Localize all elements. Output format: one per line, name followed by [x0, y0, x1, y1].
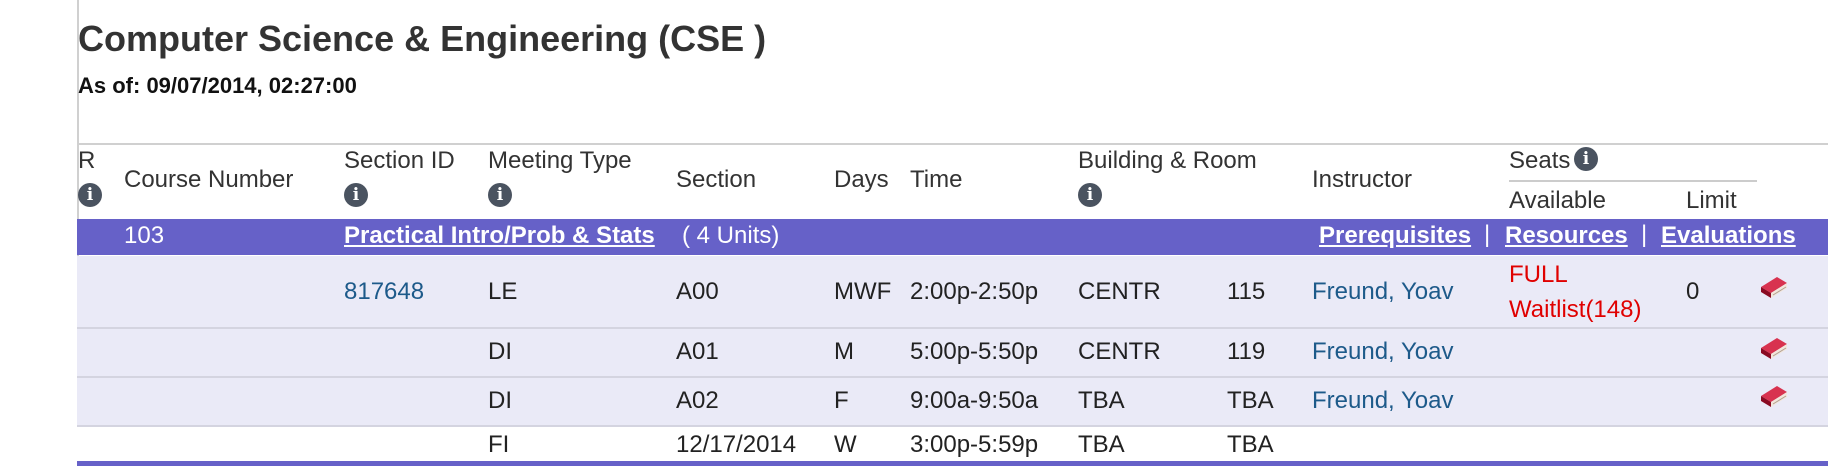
- header-section: Section: [676, 166, 757, 193]
- waitlist-count: Waitlist(148): [1509, 296, 1642, 323]
- book-icon[interactable]: [1757, 332, 1789, 362]
- room-cell: 115: [1227, 278, 1266, 305]
- header-time: Time: [910, 166, 963, 193]
- section-cell: A01: [676, 338, 719, 365]
- page-title: Computer Science & Engineering (CSE ): [78, 18, 767, 59]
- info-icon[interactable]: i: [1078, 183, 1102, 207]
- header-available: Available: [1509, 187, 1606, 214]
- header-section-id: Section ID: [344, 147, 455, 174]
- info-icon[interactable]: i: [488, 183, 512, 207]
- section-id-link[interactable]: 817648: [344, 278, 424, 306]
- book-icon[interactable]: [1757, 271, 1789, 301]
- next-course-bar: [77, 461, 1828, 466]
- header-limit: Limit: [1686, 187, 1737, 214]
- header-meeting-type: Meeting Type: [488, 147, 632, 174]
- days-cell: W: [834, 431, 857, 458]
- days-cell: M: [834, 338, 854, 365]
- resources-link[interactable]: Resources: [1505, 222, 1628, 250]
- instructor-link[interactable]: Freund, Yoav: [1312, 338, 1453, 366]
- header-course-number: Course Number: [124, 166, 294, 193]
- time-cell: 9:00a-9:50a: [910, 387, 1039, 414]
- time-cell: 5:00p-5:50p: [910, 338, 1039, 365]
- header-divider: [77, 143, 1828, 145]
- course-number: 103: [124, 222, 165, 249]
- building-cell: CENTR: [1078, 338, 1161, 365]
- prerequisites-link[interactable]: Prerequisites: [1319, 222, 1471, 250]
- info-icon[interactable]: i: [344, 183, 368, 207]
- info-icon[interactable]: i: [78, 183, 102, 207]
- days-cell: F: [834, 387, 849, 414]
- room-cell: TBA: [1227, 387, 1274, 414]
- days-cell: MWF: [834, 278, 892, 305]
- meeting-type-cell: DI: [488, 338, 512, 365]
- time-cell: 2:00p-2:50p: [910, 278, 1039, 305]
- section-cell: A00: [676, 278, 719, 305]
- header-instructor: Instructor: [1312, 166, 1413, 193]
- building-cell: TBA: [1078, 431, 1125, 458]
- building-cell: CENTR: [1078, 278, 1161, 305]
- building-cell: TBA: [1078, 387, 1125, 414]
- evaluations-link[interactable]: Evaluations: [1661, 222, 1796, 250]
- link-separator: |: [1641, 221, 1648, 248]
- room-cell: TBA: [1227, 431, 1274, 458]
- header-seats: Seats: [1509, 147, 1571, 174]
- meeting-type-cell: FI: [488, 431, 510, 458]
- room-cell: 119: [1227, 338, 1266, 365]
- time-cell: 3:00p-5:59p: [910, 431, 1039, 458]
- header-building-room: Building & Room: [1078, 147, 1257, 174]
- course-units: ( 4 Units): [682, 222, 780, 249]
- section-cell: A02: [676, 387, 719, 414]
- meeting-type-cell: DI: [488, 387, 512, 414]
- meeting-type-cell: LE: [488, 278, 518, 305]
- link-separator: |: [1484, 221, 1491, 248]
- instructor-link[interactable]: Freund, Yoav: [1312, 278, 1453, 306]
- limit-cell: 0: [1686, 278, 1700, 305]
- seats-divider: [1509, 180, 1757, 182]
- seat-status: FULL: [1509, 261, 1568, 288]
- section-cell: 12/17/2014: [676, 431, 797, 458]
- course-title-link[interactable]: Practical Intro/Prob & Stats: [344, 222, 655, 250]
- info-icon[interactable]: i: [1574, 147, 1598, 171]
- header-days: Days: [834, 166, 889, 193]
- header-r: R: [78, 147, 96, 174]
- book-icon[interactable]: [1757, 380, 1789, 410]
- instructor-link[interactable]: Freund, Yoav: [1312, 387, 1453, 415]
- as-of-timestamp: As of: 09/07/2014, 02:27:00: [78, 73, 357, 98]
